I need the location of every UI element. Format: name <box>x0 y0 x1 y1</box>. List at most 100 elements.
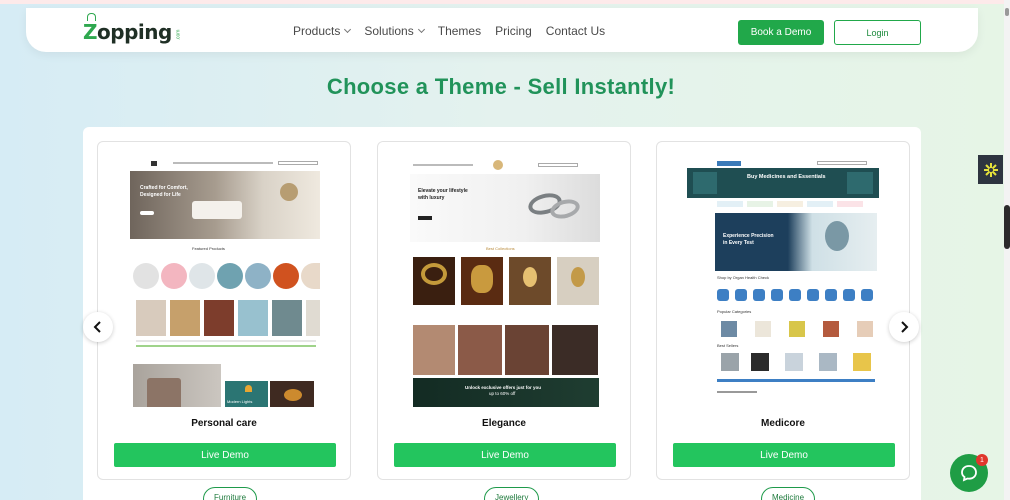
preview-banner <box>270 381 314 407</box>
top-strip <box>0 0 1010 4</box>
preview-product <box>721 321 737 337</box>
carousel-next-button[interactable] <box>889 312 919 342</box>
nav-item-label: Products <box>293 24 341 38</box>
preview-section-title: Shop by Organ Health Check <box>717 275 770 280</box>
category-tag-jewellery[interactable]: Jewellery <box>484 487 540 500</box>
nav-item-products[interactable]: Products <box>293 24 352 38</box>
preview-chip <box>717 201 743 207</box>
preview-product <box>557 257 599 305</box>
preview-footer-text <box>717 391 757 393</box>
preview-product <box>272 300 302 336</box>
preview-hero: Elevate your lifestyle with luxury <box>410 174 600 242</box>
bag-icon <box>87 13 96 21</box>
chevron-left-icon <box>93 321 101 333</box>
preview-product <box>755 321 771 337</box>
preview-organ-icon <box>771 289 783 301</box>
card-title: Elegance <box>482 418 526 429</box>
preview-banner <box>133 364 221 407</box>
logo-suffix: .com <box>175 29 182 41</box>
preview-logo <box>717 161 741 166</box>
preview-chip <box>807 201 833 207</box>
preview-product <box>461 257 503 305</box>
preview-price-row <box>136 345 316 347</box>
nav-item-label: Solutions <box>364 24 414 38</box>
logo[interactable]: Zopping .com <box>83 13 184 44</box>
preview-hero: Crafted for Comfort, Designed for Life <box>130 171 320 239</box>
preview-product <box>819 353 837 371</box>
preview-search <box>817 161 867 165</box>
preview-organ-icon <box>735 289 747 301</box>
chat-icon <box>961 465 977 482</box>
preview-chair <box>147 378 181 407</box>
theme-preview-image[interactable]: Elevate your lifestyle with luxury Best … <box>408 159 600 407</box>
scrollbar-arrow[interactable] <box>1005 8 1009 16</box>
preview-add-buttons <box>717 379 875 382</box>
preview-doctor <box>825 221 849 251</box>
preview-product <box>136 300 166 336</box>
preview-banner-label: Modern Lights <box>227 399 253 404</box>
preview-hero-line2: Designed for Life <box>140 192 181 198</box>
side-widget-button[interactable] <box>978 155 1003 184</box>
scrollbar-thumb[interactable] <box>1004 205 1010 249</box>
preview-section-title: Best Collections <box>486 246 515 251</box>
book-demo-button[interactable]: Book a Demo <box>738 20 824 45</box>
category-tag-medicine[interactable]: Medicine <box>761 487 816 500</box>
preview-top-banner-text: Buy Medicines and Essentials <box>747 174 826 180</box>
preview-product <box>306 300 320 336</box>
preview-banner: Modern Lights <box>225 381 268 407</box>
preview-sofa <box>192 201 242 219</box>
preview-organ-icon <box>825 289 837 301</box>
theme-card-personal-care: Crafted for Comfort, Designed for Life F… <box>97 141 351 480</box>
preview-organ-icon <box>717 289 729 301</box>
preview-logo <box>493 160 503 170</box>
theme-preview-image[interactable]: Crafted for Comfort, Designed for Life F… <box>128 159 320 407</box>
preview-organ-icon <box>753 289 765 301</box>
chat-notification-badge: 1 <box>976 454 988 466</box>
chevron-down-icon <box>417 25 425 34</box>
preview-product <box>721 353 739 371</box>
theme-preview-image[interactable]: Buy Medicines and Essentials Experience … <box>687 159 879 407</box>
nav-menu: Products Solutions Themes Pricing Contac… <box>293 24 605 38</box>
preview-earring <box>571 267 585 287</box>
preview-chip <box>777 201 803 207</box>
preview-model-photo <box>552 325 598 375</box>
nav-item-label: Contact Us <box>545 24 606 38</box>
preview-section-title-3: Best Sellers <box>717 343 739 348</box>
preview-category-circle <box>301 263 320 289</box>
preview-price-row <box>136 340 316 342</box>
nav-item-themes[interactable]: Themes <box>438 24 481 38</box>
preview-section-title-2: Popular Categories <box>717 309 752 314</box>
preview-product <box>785 353 803 371</box>
scrollbar[interactable] <box>1004 0 1010 500</box>
preview-category-circle <box>273 263 299 289</box>
preview-category-circle <box>161 263 187 289</box>
preview-category-circle <box>217 263 243 289</box>
nav-item-contact[interactable]: Contact Us <box>546 24 605 38</box>
login-button[interactable]: Login <box>834 20 921 45</box>
navbar: Zopping .com Products Solutions Themes P… <box>26 8 978 52</box>
theme-card-medicore: Buy Medicines and Essentials Experience … <box>656 141 910 480</box>
preview-search <box>278 161 318 165</box>
sun-icon <box>983 162 998 177</box>
preview-hero-button <box>140 211 154 215</box>
preview-hero-line1: Crafted for Comfort, <box>140 185 188 191</box>
preview-section-title: Featured Products <box>192 246 225 251</box>
preview-product <box>238 300 268 336</box>
preview-hero-button <box>418 216 432 220</box>
preview-banner-line2: up to 60% off <box>489 391 516 396</box>
nav-item-pricing[interactable]: Pricing <box>495 24 532 38</box>
preview-lamp <box>280 183 298 201</box>
carousel-prev-button[interactable] <box>83 312 113 342</box>
nav-item-solutions[interactable]: Solutions <box>364 24 425 38</box>
live-demo-button[interactable]: Live Demo <box>394 443 616 467</box>
nav-item-label: Themes <box>437 24 482 38</box>
live-demo-button[interactable]: Live Demo <box>673 443 895 467</box>
preview-hero-line2: in Every Test <box>723 240 754 246</box>
preview-organ-icon <box>843 289 855 301</box>
category-tag-furniture[interactable]: Furniture <box>203 487 258 500</box>
preview-category-circle <box>133 263 159 289</box>
preview-lamp <box>284 389 302 401</box>
preview-earring <box>523 267 537 287</box>
live-demo-button[interactable]: Live Demo <box>114 443 336 467</box>
theme-card-elegance: Elevate your lifestyle with luxury Best … <box>377 141 631 480</box>
